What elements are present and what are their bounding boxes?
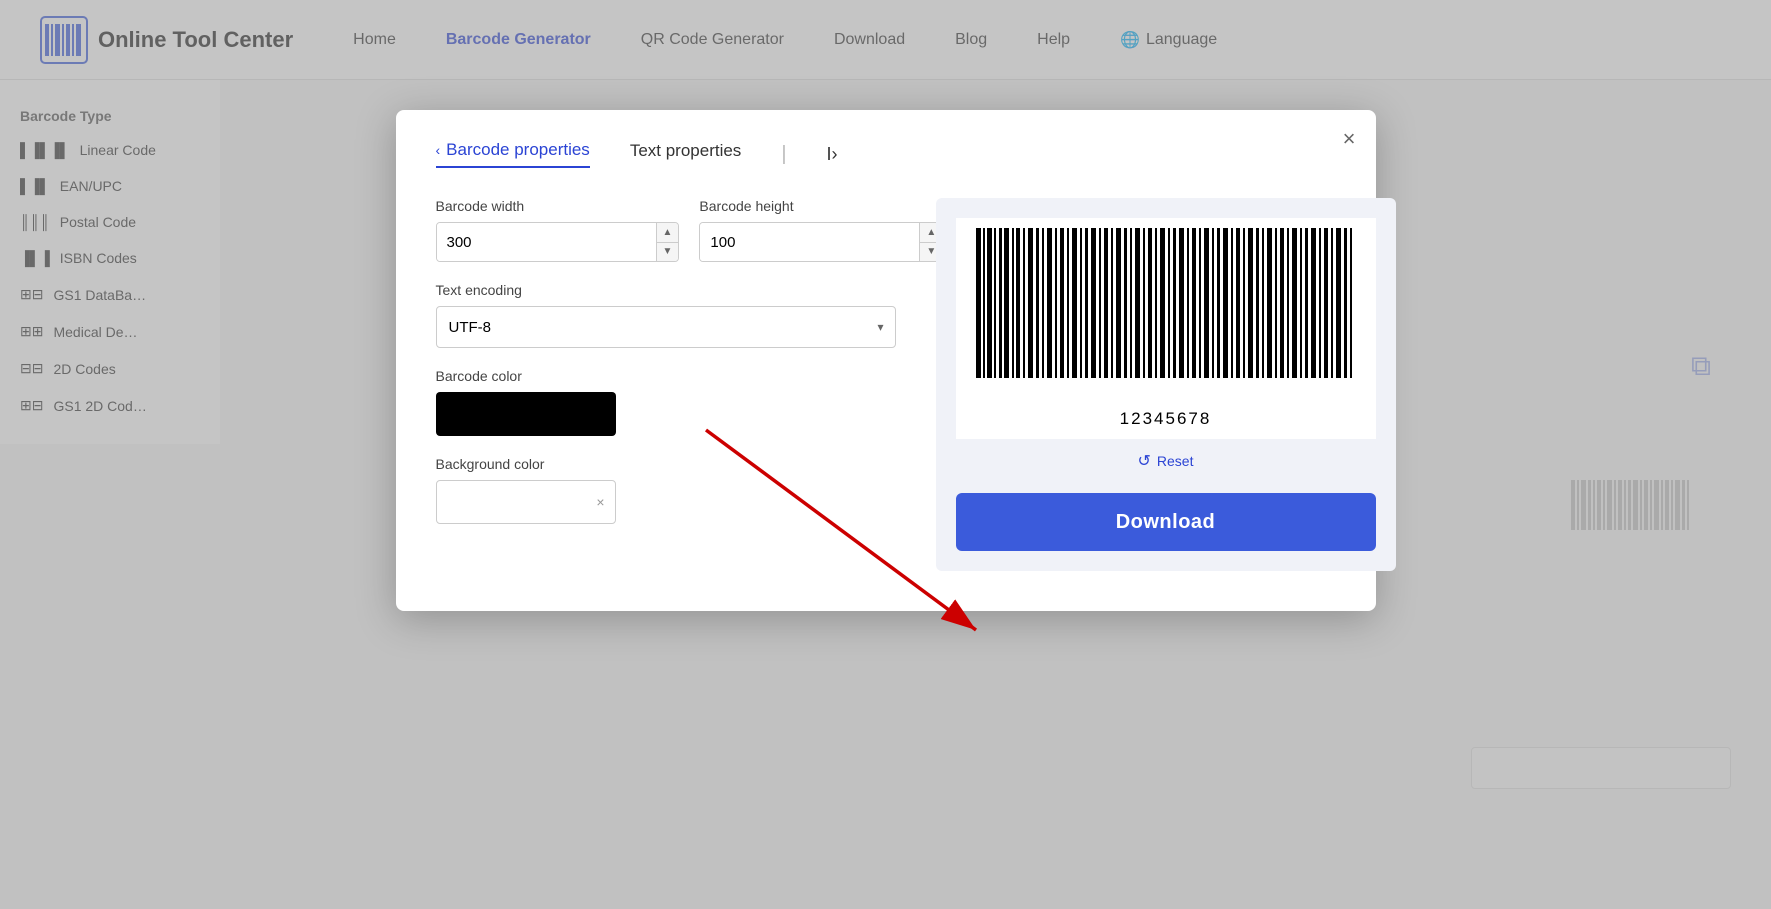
barcode-height-input[interactable] — [700, 223, 919, 261]
barcode-height-input-wrapper: ▲ ▼ — [699, 222, 943, 262]
background-color-group: Background color × — [436, 456, 896, 524]
background-color-swatch[interactable]: × — [436, 480, 616, 524]
text-encoding-select-wrapper: UTF-8 UTF-16 ISO-8859-1 ▾ — [436, 306, 896, 348]
barcode-width-input[interactable] — [437, 223, 656, 261]
barcode-preview: 12345678 — [956, 218, 1376, 443]
reset-button[interactable]: ↺ Reset — [1138, 443, 1194, 479]
barcode-color-group: Barcode color — [436, 368, 896, 436]
barcode-width-input-wrapper: ▲ ▼ — [436, 222, 680, 262]
tab-separator: | — [781, 143, 786, 166]
cursor-icon: I› — [827, 144, 838, 165]
width-increment-button[interactable]: ▲ — [657, 223, 679, 242]
clear-bg-color-icon[interactable]: × — [596, 494, 604, 510]
right-panel: 12345678 ↺ Reset Download — [936, 198, 1396, 571]
barcode-height-label: Barcode height — [699, 198, 943, 214]
barcode-width-group: Barcode width ▲ ▼ — [436, 198, 680, 262]
barcode-number-text: 12345678 — [966, 409, 1366, 429]
barcode-properties-modal: × ‹ Barcode properties Text properties |… — [396, 110, 1376, 611]
tab-text-properties[interactable]: Text properties — [630, 141, 742, 167]
barcode-color-swatch[interactable] — [436, 392, 616, 436]
modal-tabs: ‹ Barcode properties Text properties | I… — [436, 140, 1336, 168]
barcode-height-group: Barcode height ▲ ▼ — [699, 198, 943, 262]
tab-barcode-properties[interactable]: ‹ Barcode properties — [436, 140, 590, 168]
text-encoding-group: Text encoding UTF-8 UTF-16 ISO-8859-1 ▾ — [436, 282, 896, 348]
tab-back-arrow: ‹ — [436, 142, 441, 158]
barcode-color-label: Barcode color — [436, 368, 896, 384]
barcode-image: 12345678 — [956, 218, 1376, 439]
barcode-width-label: Barcode width — [436, 198, 680, 214]
text-encoding-label: Text encoding — [436, 282, 896, 298]
width-decrement-button[interactable]: ▼ — [657, 242, 679, 262]
left-panel: Barcode width ▲ ▼ Barcode height — [436, 198, 896, 571]
background-color-label: Background color — [436, 456, 896, 472]
width-height-row: Barcode width ▲ ▼ Barcode height — [436, 198, 896, 262]
width-spinner: ▲ ▼ — [656, 223, 679, 261]
reset-icon: ↺ — [1138, 451, 1151, 471]
download-button[interactable]: Download — [956, 493, 1376, 551]
modal-close-button[interactable]: × — [1343, 128, 1356, 150]
text-encoding-select[interactable]: UTF-8 UTF-16 ISO-8859-1 — [436, 306, 896, 348]
modal-body: Barcode width ▲ ▼ Barcode height — [436, 198, 1336, 571]
barcode-svg — [966, 228, 1366, 398]
